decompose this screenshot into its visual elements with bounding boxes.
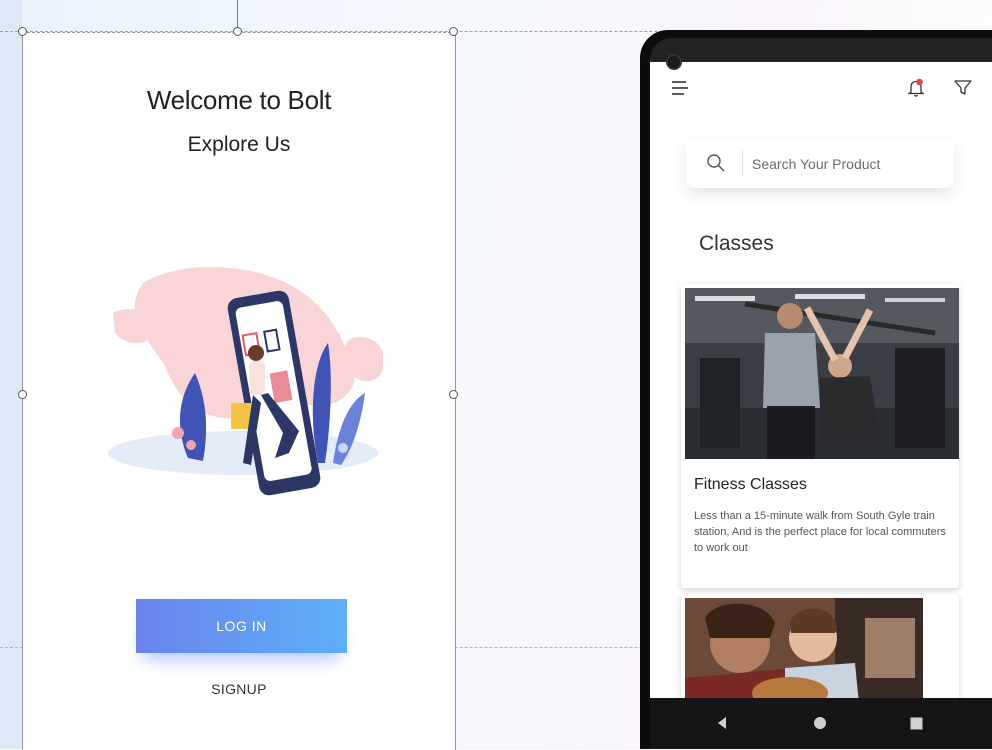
resize-handle-top-middle[interactable] — [233, 27, 242, 36]
welcome-title: Welcome to Bolt — [146, 85, 332, 115]
bell-icon[interactable] — [908, 78, 924, 98]
filter-icon[interactable] — [954, 80, 972, 96]
music-class-photo — [685, 598, 923, 698]
resize-handle-middle-right[interactable] — [449, 390, 458, 399]
back-icon — [718, 717, 726, 729]
phone-screen: Classes Fitness Classes Less than a 15-m… — [650, 62, 992, 698]
explore-subtitle: Explore Us — [187, 133, 291, 156]
search-icon — [707, 154, 725, 172]
login-button[interactable]: LOG IN — [136, 599, 347, 653]
fitness-class-photo — [685, 288, 959, 459]
card-description: Less than a 15-minute walk from South Gy… — [694, 510, 946, 554]
front-camera — [666, 54, 682, 70]
android-nav-bar — [650, 698, 992, 749]
shopping-illustration — [108, 266, 383, 496]
search-input[interactable] — [750, 150, 944, 178]
canvas-ruler — [0, 0, 22, 749]
home-icon — [814, 717, 826, 729]
search-bar[interactable] — [686, 138, 954, 188]
resize-handle-top-left[interactable] — [18, 27, 27, 36]
signup-link[interactable]: SIGNUP — [23, 681, 455, 697]
home-button[interactable] — [808, 713, 832, 733]
search-divider — [742, 150, 743, 176]
resize-handle-middle-left[interactable] — [18, 390, 27, 399]
back-button[interactable] — [710, 713, 734, 733]
class-card-music[interactable] — [681, 594, 959, 698]
login-artboard[interactable]: Welcome to Bolt Explore Us LOG IN SIGNUP — [22, 32, 456, 750]
notification-dot — [916, 78, 923, 86]
card-title: Fitness Classes — [694, 476, 807, 493]
recents-button[interactable] — [904, 713, 928, 733]
class-card-fitness[interactable]: Fitness Classes Less than a 15-minute wa… — [681, 284, 959, 588]
recents-icon — [910, 717, 922, 729]
section-title-classes: Classes — [699, 232, 774, 255]
resize-handle-top-right[interactable] — [449, 27, 458, 36]
menu-icon[interactable] — [670, 80, 690, 96]
